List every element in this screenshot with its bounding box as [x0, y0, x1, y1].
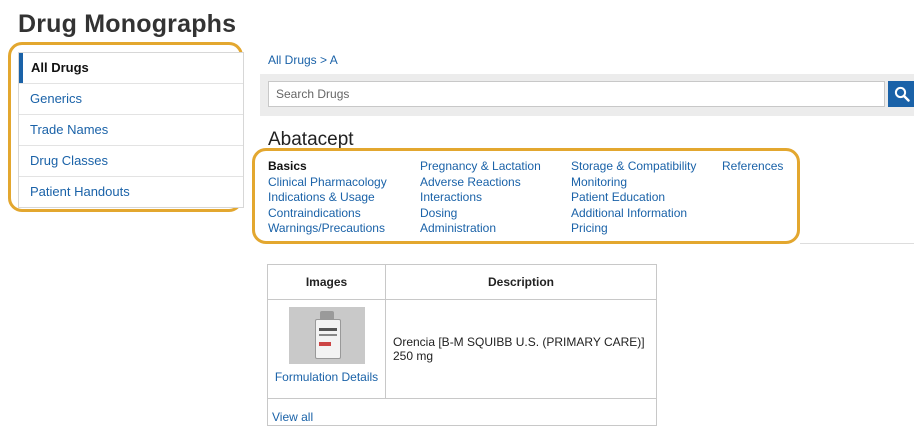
image-cell: Formulation Details [267, 299, 386, 399]
sidebar-nav: All Drugs Generics Trade Names Drug Clas… [18, 52, 244, 208]
search-input[interactable] [268, 81, 885, 107]
breadcrumb-link-a[interactable]: A [330, 53, 338, 67]
description-cell: Orencia [B-M SQUIBB U.S. (PRIMARY CARE)]… [385, 299, 657, 399]
section-link-storage-compatibility[interactable]: Storage & Compatibility [571, 159, 696, 175]
table-header-row: Images Description [267, 264, 657, 300]
section-column-4: References [722, 159, 783, 175]
section-link-dosing[interactable]: Dosing [420, 206, 541, 222]
breadcrumb-link-all-drugs[interactable]: All Drugs [268, 53, 317, 67]
column-header-description: Description [385, 264, 657, 300]
table-footer-row: View all [267, 398, 657, 426]
formulation-details-link[interactable]: Formulation Details [269, 370, 384, 384]
sidebar-item-all-drugs[interactable]: All Drugs [19, 53, 243, 83]
sidebar-item-patient-handouts[interactable]: Patient Handouts [19, 176, 243, 207]
section-column-3: Storage & Compatibility Monitoring Patie… [571, 159, 696, 237]
section-link-basics[interactable]: Basics [268, 159, 387, 175]
section-link-clinical-pharmacology[interactable]: Clinical Pharmacology [268, 175, 387, 191]
section-link-administration[interactable]: Administration [420, 221, 541, 237]
vial-body [314, 319, 341, 359]
breadcrumb-separator: > [316, 53, 330, 67]
vial-label-line [318, 334, 337, 336]
search-bar [260, 74, 914, 116]
section-link-indications-usage[interactable]: Indications & Usage [268, 190, 387, 206]
section-link-patient-education[interactable]: Patient Education [571, 190, 696, 206]
vial-label-stripe [318, 342, 331, 346]
section-link-additional-information[interactable]: Additional Information [571, 206, 696, 222]
view-all-cell: View all [267, 398, 657, 426]
section-link-adverse-reactions[interactable]: Adverse Reactions [420, 175, 541, 191]
sections-divider [800, 243, 914, 244]
sidebar-item-drug-classes[interactable]: Drug Classes [19, 145, 243, 176]
breadcrumb: All Drugs > A [268, 53, 338, 67]
column-header-images: Images [267, 264, 386, 300]
section-column-2: Pregnancy & Lactation Adverse Reactions … [420, 159, 541, 237]
drug-vial-image[interactable] [288, 307, 365, 364]
page-title: Drug Monographs [18, 10, 237, 38]
section-link-warnings-precautions[interactable]: Warnings/Precautions [268, 221, 387, 237]
vial-label-line [318, 328, 337, 331]
sidebar-item-generics[interactable]: Generics [19, 83, 243, 114]
section-link-pregnancy-lactation[interactable]: Pregnancy & Lactation [420, 159, 541, 175]
section-link-pricing[interactable]: Pricing [571, 221, 696, 237]
table-row: Formulation Details Orencia [B-M SQUIBB … [267, 299, 657, 399]
section-link-interactions[interactable]: Interactions [420, 190, 541, 206]
sidebar-item-trade-names[interactable]: Trade Names [19, 114, 243, 145]
search-button[interactable] [888, 81, 914, 107]
images-table: Images Description Formulation Details O… [267, 264, 657, 426]
view-all-link[interactable]: View all [272, 410, 313, 424]
search-icon [894, 86, 910, 102]
section-link-monitoring[interactable]: Monitoring [571, 175, 696, 191]
section-link-references[interactable]: References [722, 159, 783, 175]
section-link-contraindications[interactable]: Contraindications [268, 206, 387, 222]
vial-cap [319, 311, 334, 319]
section-column-1: Basics Clinical Pharmacology Indications… [268, 159, 387, 237]
